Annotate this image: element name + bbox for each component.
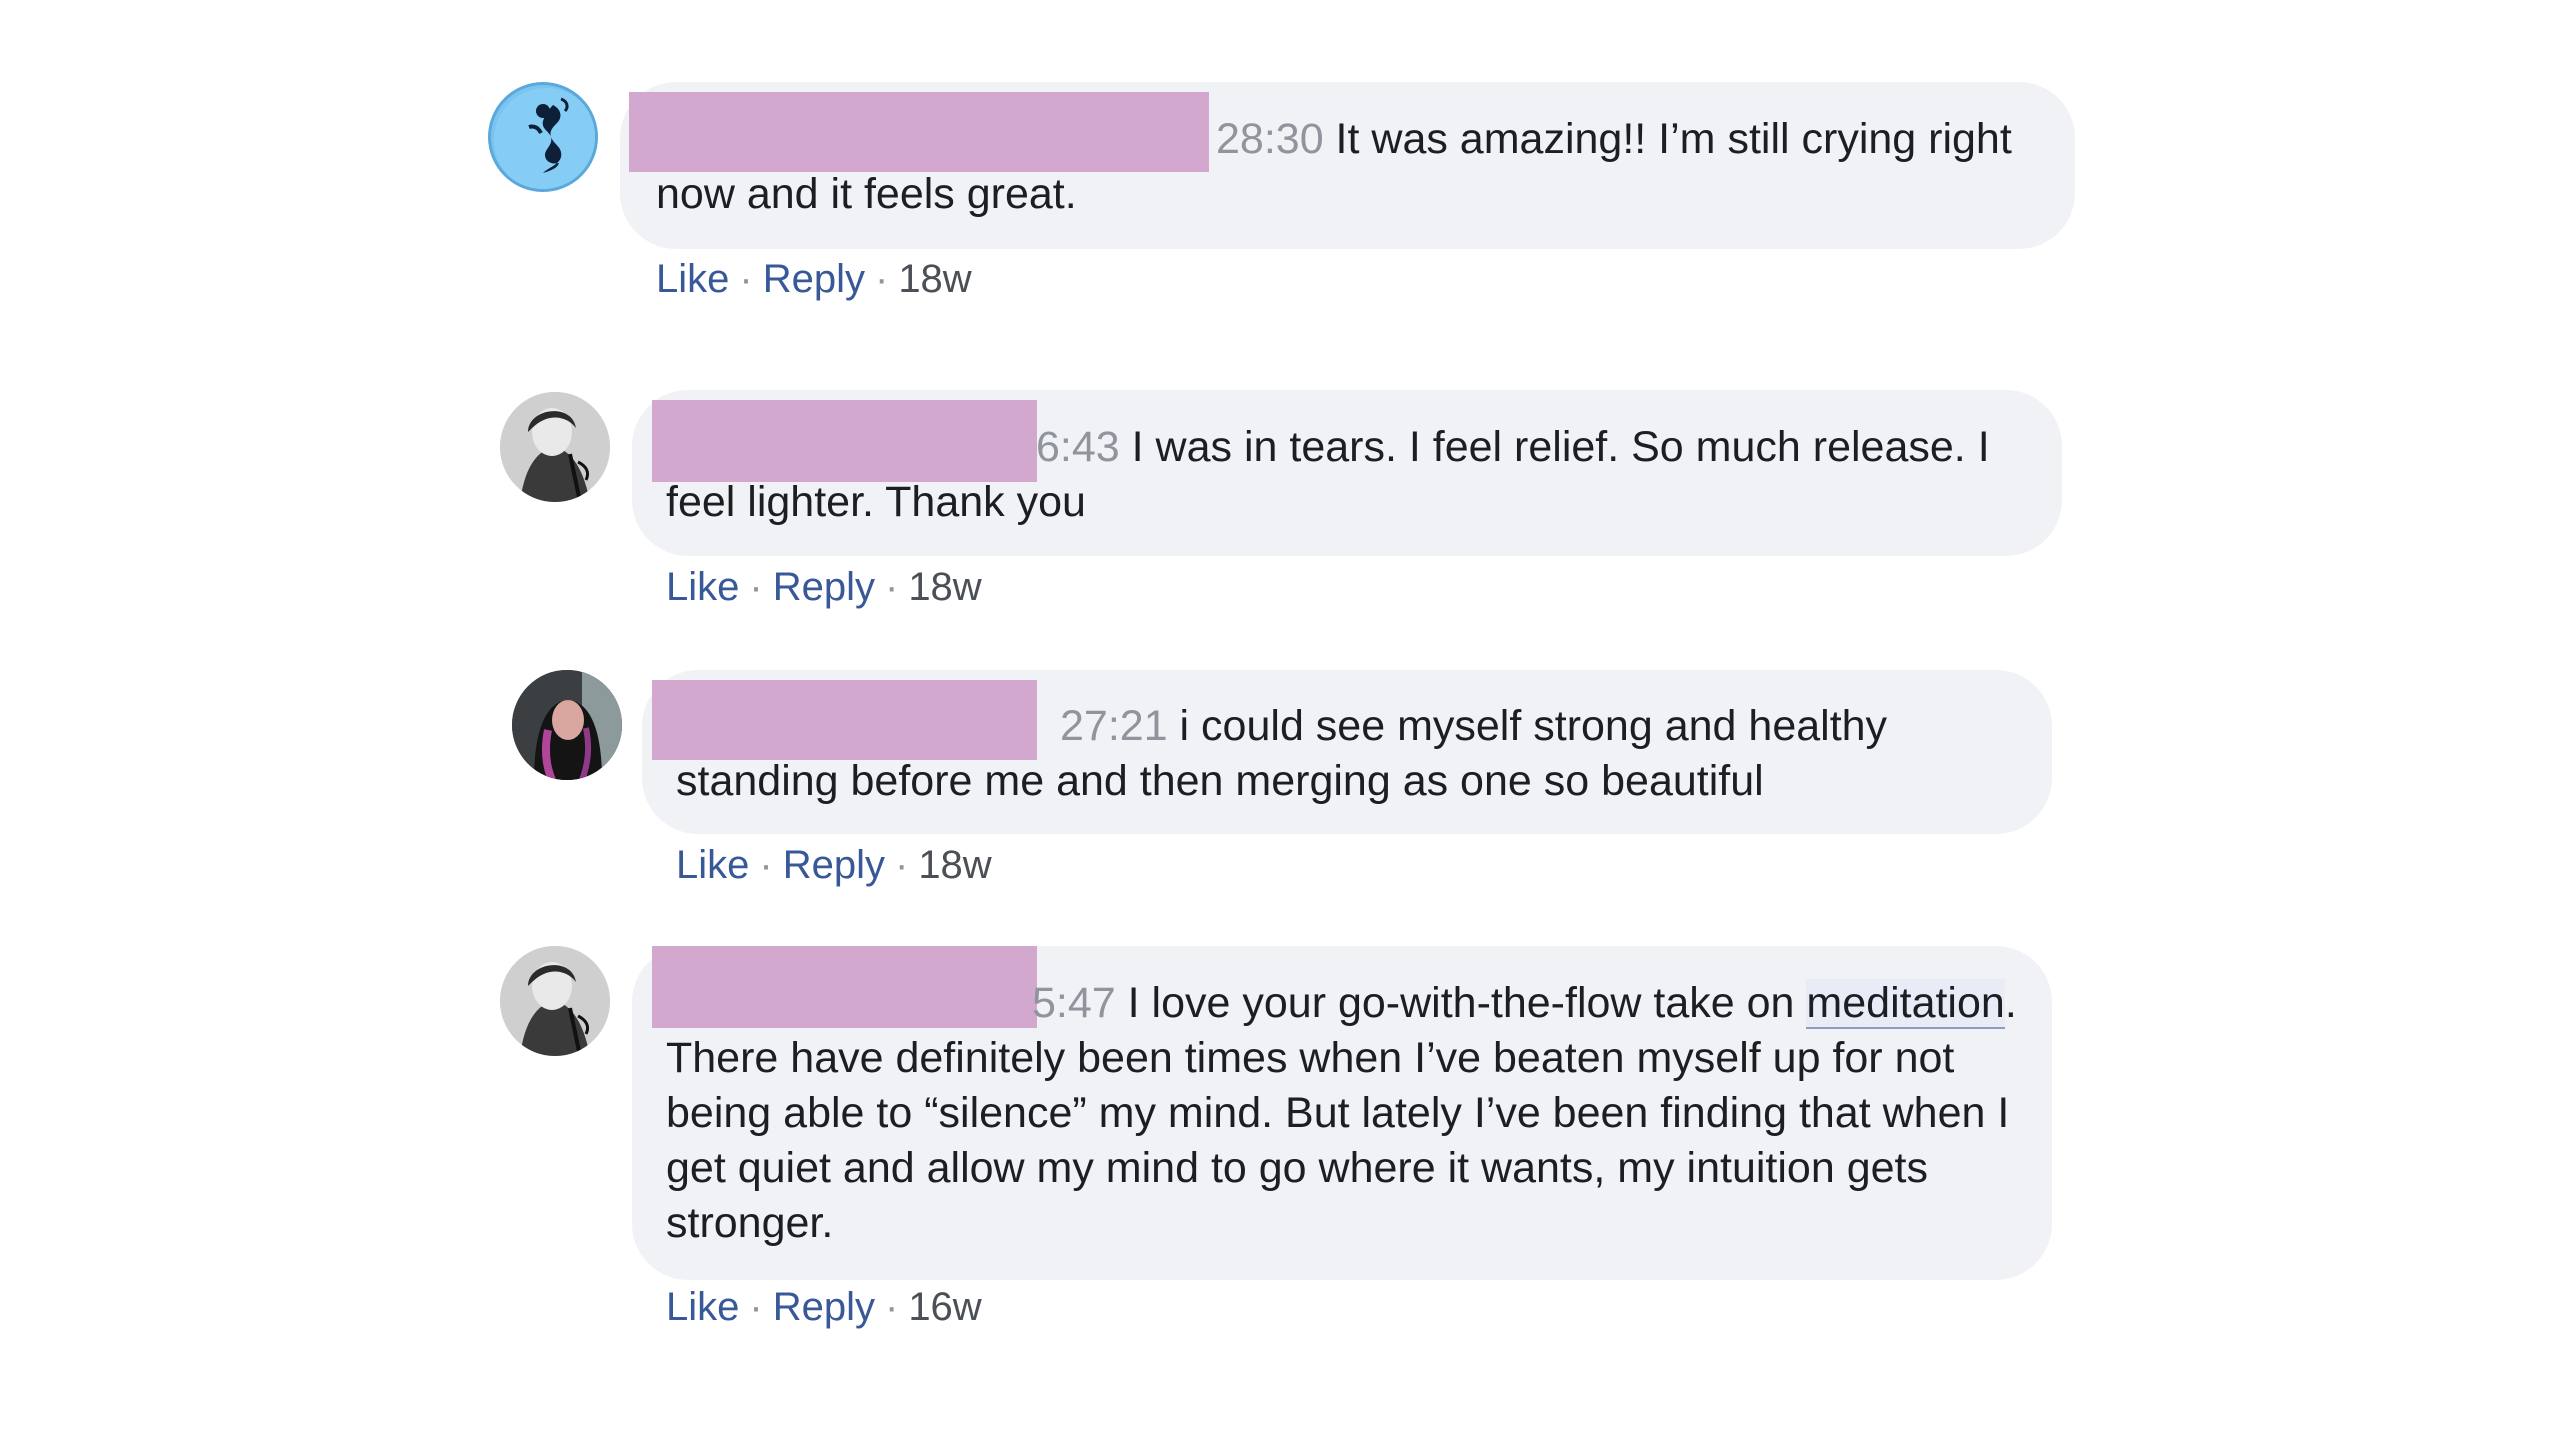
- comment-text: 5:47 I love your go-with-the-flow take o…: [666, 979, 2017, 1247]
- reply-link[interactable]: Reply: [773, 1285, 875, 1329]
- highlighted-hashtag-link[interactable]: meditation: [1806, 979, 2005, 1029]
- profile-photo-avatar[interactable]: [500, 946, 610, 1056]
- comment-text: 27:21 i could see myself strong and heal…: [676, 702, 1888, 805]
- comment-actions: Like · Reply · 16w: [666, 1285, 982, 1329]
- like-link[interactable]: Like: [656, 257, 729, 301]
- comment-actions: Like · Reply · 18w: [656, 257, 972, 301]
- like-link[interactable]: Like: [676, 843, 749, 887]
- comment-timestamp-link[interactable]: 5:47: [1032, 979, 1116, 1027]
- comment-age[interactable]: 18w: [918, 843, 991, 887]
- profile-photo-avatar[interactable]: [500, 392, 610, 502]
- comment-timestamp-link[interactable]: 28:30: [1216, 115, 1324, 163]
- mermaid-avatar-icon[interactable]: [488, 82, 598, 192]
- comment-actions: Like · Reply · 18w: [666, 565, 982, 609]
- comment-text: 28:30 It was amazing!! I’m still crying …: [656, 115, 2012, 218]
- comment-age[interactable]: 18w: [908, 565, 981, 609]
- reply-link[interactable]: Reply: [773, 565, 875, 609]
- like-link[interactable]: Like: [666, 565, 739, 609]
- comment-timestamp-link[interactable]: 27:21: [1060, 702, 1168, 750]
- reply-link[interactable]: Reply: [763, 257, 865, 301]
- comment-age[interactable]: 18w: [898, 257, 971, 301]
- profile-photo-avatar[interactable]: [512, 670, 622, 780]
- comment-actions: Like · Reply · 18w: [676, 843, 992, 887]
- comment-age[interactable]: 16w: [908, 1285, 981, 1329]
- comment-timestamp-link[interactable]: 6:43: [1036, 423, 1120, 471]
- like-link[interactable]: Like: [666, 1285, 739, 1329]
- comment-text: 6:43 I was in tears. I feel relief. So m…: [666, 423, 1990, 526]
- reply-link[interactable]: Reply: [783, 843, 885, 887]
